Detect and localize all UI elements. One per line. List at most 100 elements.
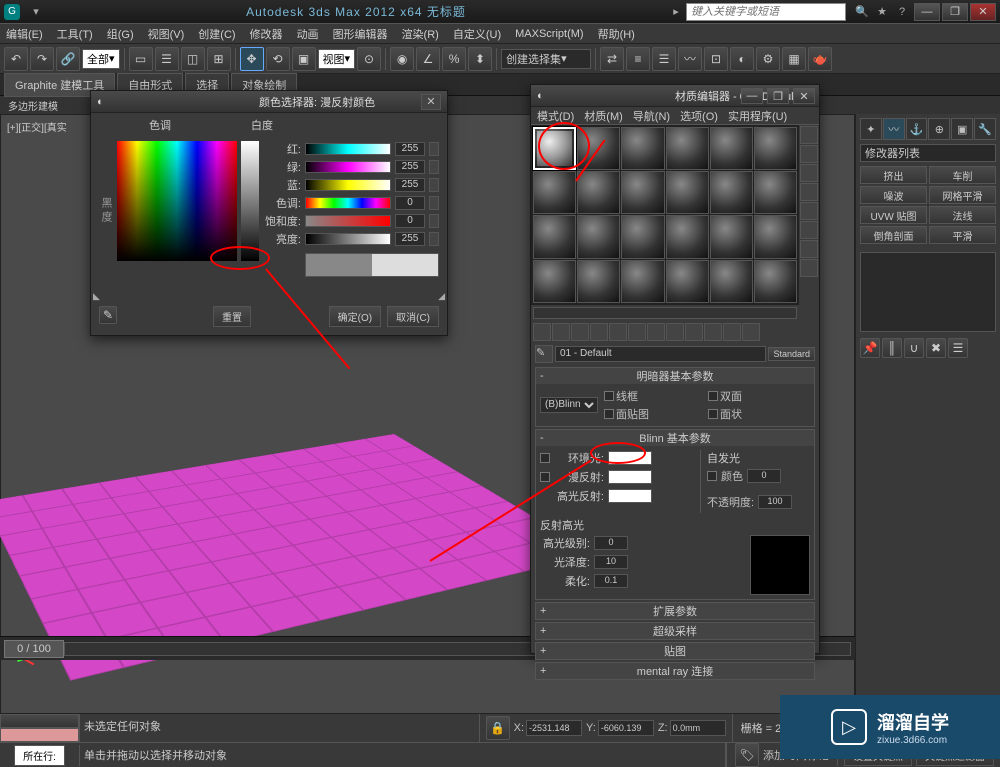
pivot-button[interactable]: ⊙	[357, 47, 381, 71]
menu-tools[interactable]: 工具(T)	[57, 26, 93, 42]
motion-tab-icon[interactable]: ⊕	[928, 118, 950, 140]
show-map-icon[interactable]	[685, 323, 703, 341]
lock-icon[interactable]: 🔒	[486, 716, 510, 740]
remove-mod-icon[interactable]: ✖	[926, 338, 946, 358]
go-parent-icon[interactable]	[723, 323, 741, 341]
angle-snap-button[interactable]: ∠	[416, 47, 440, 71]
material-slot[interactable]	[754, 171, 797, 214]
me-restore-button[interactable]: ❐	[767, 88, 789, 104]
menu-customize[interactable]: 自定义(U)	[453, 26, 501, 42]
material-slot[interactable]	[710, 260, 753, 303]
pick-icon[interactable]: ✎	[535, 345, 553, 363]
cpbtn-normal[interactable]: 法线	[929, 206, 996, 224]
si-value[interactable]: 0	[747, 469, 781, 483]
config-icon[interactable]: ☰	[948, 338, 968, 358]
modifier-stack[interactable]	[860, 252, 996, 332]
show-end-result-icon[interactable]	[704, 323, 722, 341]
menu-animation[interactable]: 动画	[297, 26, 319, 42]
soften-value[interactable]: 0.1	[594, 574, 628, 588]
cpbtn-bevel[interactable]: 倒角剖面	[860, 226, 927, 244]
unique-icon[interactable]: ∪	[904, 338, 924, 358]
create-tab-icon[interactable]: ✦	[860, 118, 882, 140]
search-icon[interactable]: 🔍	[854, 4, 870, 20]
selection-filter-dropdown[interactable]: 全部 ▾	[82, 49, 120, 69]
info-icon[interactable]: ▸	[668, 4, 684, 20]
v-value[interactable]: 255	[395, 232, 425, 246]
percent-snap-button[interactable]: %	[442, 47, 466, 71]
mini-listener-icon[interactable]	[0, 714, 79, 728]
menu-create[interactable]: 创建(C)	[198, 26, 235, 42]
redo-button[interactable]: ↷	[30, 47, 54, 71]
color-selector-close-button[interactable]: ✕	[421, 94, 441, 110]
s-spinner[interactable]	[429, 214, 439, 228]
z-input[interactable]	[670, 720, 726, 736]
minimize-button[interactable]: —	[914, 3, 940, 21]
material-slot[interactable]	[666, 260, 709, 303]
me-menu-util[interactable]: 实用程序(U)	[728, 108, 787, 124]
rollout-shader[interactable]: -明暗器基本参数	[536, 368, 814, 384]
y-input[interactable]	[598, 720, 654, 736]
rollout-supersample[interactable]: +超级采样	[536, 623, 814, 639]
named-selection-dropdown[interactable]: 创建选择集 ▾	[501, 49, 591, 69]
macro-rec-icon[interactable]	[0, 728, 79, 742]
me-menu-material[interactable]: 材质(M)	[584, 108, 623, 124]
move-button[interactable]: ✥	[240, 47, 264, 71]
menu-grapheditors[interactable]: 图形编辑器	[333, 26, 388, 42]
me-menu-options[interactable]: 选项(O)	[680, 108, 718, 124]
restore-button[interactable]: ❐	[942, 3, 968, 21]
diffuse-swatch[interactable]	[608, 470, 652, 484]
faceted-checkbox[interactable]	[708, 409, 718, 419]
shader-dropdown[interactable]: (B)Blinn	[540, 397, 598, 413]
options-icon[interactable]	[800, 240, 818, 258]
h-slider[interactable]	[305, 197, 391, 209]
select-region-button[interactable]: ◫	[181, 47, 205, 71]
cpbtn-uvw[interactable]: UVW 贴图	[860, 206, 927, 224]
twosided-checkbox[interactable]	[708, 391, 718, 401]
reset-icon[interactable]	[590, 323, 608, 341]
reset-button[interactable]: 重置	[213, 306, 251, 327]
me-menu-mode[interactable]: 模式(D)	[537, 108, 574, 124]
make-copy-icon[interactable]	[609, 323, 627, 341]
modify-tab-icon[interactable]: 〰	[883, 118, 905, 140]
timetag-icon[interactable]: 🏷	[735, 743, 759, 767]
menu-edit[interactable]: 编辑(E)	[6, 26, 43, 42]
ref-coord-dropdown[interactable]: 视图 ▾	[318, 49, 356, 69]
speclevel-value[interactable]: 0	[594, 536, 628, 550]
material-slot[interactable]	[710, 127, 753, 170]
menu-help[interactable]: 帮助(H)	[598, 26, 635, 42]
menu-group[interactable]: 组(G)	[107, 26, 134, 42]
put-to-scene-icon[interactable]	[552, 323, 570, 341]
r-value[interactable]: 255	[395, 142, 425, 156]
material-slot[interactable]	[577, 260, 620, 303]
help-search-input[interactable]	[686, 3, 846, 21]
b-value[interactable]: 255	[395, 178, 425, 192]
assign-icon[interactable]	[571, 323, 589, 341]
viewport-label[interactable]: [+][正交][真实	[7, 119, 67, 134]
cpbtn-smooth[interactable]: 平滑	[929, 226, 996, 244]
undo-button[interactable]: ↶	[4, 47, 28, 71]
eyedropper-icon[interactable]: ✎	[99, 306, 117, 324]
s-value[interactable]: 0	[395, 214, 425, 228]
diffuse-lock-icon[interactable]	[540, 472, 550, 482]
material-type-button[interactable]: Standard	[768, 347, 815, 361]
matid-icon[interactable]	[666, 323, 684, 341]
material-slot[interactable]	[710, 171, 753, 214]
color-selector-titlebar[interactable]: ◐ 颜色选择器: 漫反射颜色 ✕	[91, 91, 447, 113]
spinner-snap-button[interactable]: ⬍	[468, 47, 492, 71]
background-icon[interactable]	[800, 164, 818, 182]
opacity-value[interactable]: 100	[758, 495, 792, 509]
v-slider[interactable]	[305, 233, 391, 245]
get-material-icon[interactable]	[533, 323, 551, 341]
material-slot[interactable]	[533, 215, 576, 258]
snap-button[interactable]: ◉	[390, 47, 414, 71]
material-slot[interactable]	[621, 171, 664, 214]
b-spinner[interactable]	[429, 178, 439, 192]
rotate-button[interactable]: ⟲	[266, 47, 290, 71]
si-color-checkbox[interactable]	[707, 471, 717, 481]
menu-maxscript[interactable]: MAXScript(M)	[515, 28, 583, 40]
material-slot[interactable]	[577, 171, 620, 214]
star-icon[interactable]: ★	[874, 4, 890, 20]
window-crossing-button[interactable]: ⊞	[207, 47, 231, 71]
sample-type-icon[interactable]	[800, 126, 818, 144]
r-slider[interactable]	[305, 143, 391, 155]
